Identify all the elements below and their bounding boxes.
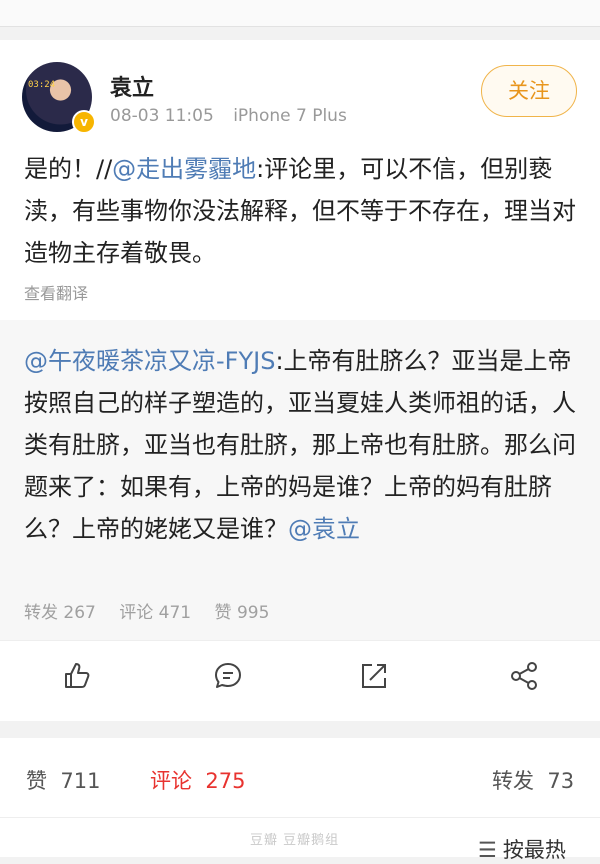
quoted-comment-stat[interactable]: 评论 471 xyxy=(119,603,191,623)
tab-likes[interactable]: 赞 711 xyxy=(26,765,100,795)
quoted-repost-stat[interactable]: 转发 267 xyxy=(24,603,96,623)
author-name[interactable]: 袁立 xyxy=(110,70,154,102)
watermark: 豆瓣 豆瓣鹅组 xyxy=(250,833,340,848)
post-meta: 08-03 11:05 iPhone 7 Plus xyxy=(110,106,361,126)
sort-hot-button[interactable]: ☰ 按最热 xyxy=(478,834,566,864)
quoted-mention2-link[interactable]: @袁立 xyxy=(288,515,360,543)
mention-link[interactable]: @走出雾霾地 xyxy=(112,155,256,183)
sort-lines-icon: ☰ xyxy=(478,838,497,862)
divider xyxy=(0,817,600,818)
quoted-mention-link[interactable]: @午夜暖茶凉又凉-FYJS xyxy=(24,347,275,375)
top-strip xyxy=(0,0,600,27)
quoted-like-stat[interactable]: 赞 995 xyxy=(215,603,270,623)
quoted-text: @午夜暖茶凉又凉-FYJS:上帝有肚脐么？亚当是上帝按照自己的样子塑造的，亚当夏… xyxy=(24,340,584,550)
post-text-prefix: 是的！// xyxy=(24,155,113,183)
post-date: 08-03 11:05 xyxy=(110,106,214,126)
verified-badge-icon: v xyxy=(72,110,96,134)
follow-button[interactable]: 关注 xyxy=(481,65,577,117)
tab-reposts[interactable]: 转发 73 xyxy=(492,765,574,795)
post-device: iPhone 7 Plus xyxy=(233,106,347,126)
comment-icon[interactable] xyxy=(212,660,244,692)
avatar-overlay-text: 03:24 xyxy=(28,80,56,90)
tab-comments[interactable]: 评论 275 xyxy=(150,765,245,795)
quoted-stats: 转发 267 评论 471 赞 995 xyxy=(24,598,287,623)
thumb-up-icon[interactable] xyxy=(60,660,92,692)
post-text: 是的！//@走出雾霾地:评论里，可以不信，但别亵渎，有些事物你没法解释，但不等于… xyxy=(24,148,584,274)
share-out-icon[interactable] xyxy=(358,660,390,692)
translate-link[interactable]: 查看翻译 xyxy=(24,280,88,304)
quoted-body: :上帝有肚脐么？亚当是上帝按照自己的样子塑造的，亚当夏娃人类师祖的话，人类有肚脐… xyxy=(24,347,576,543)
share-nodes-icon[interactable] xyxy=(508,660,540,692)
